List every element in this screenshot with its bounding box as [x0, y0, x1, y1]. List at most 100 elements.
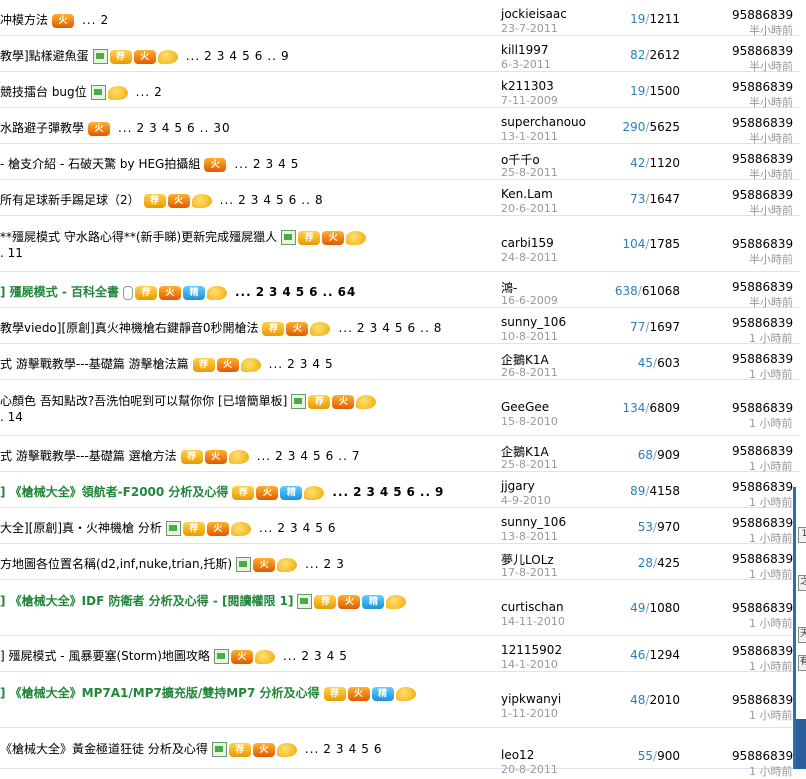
- page-link[interactable]: 4: [327, 649, 336, 663]
- page-link[interactable]: 4: [312, 357, 321, 371]
- page-link[interactable]: 3: [217, 49, 226, 63]
- last-poster[interactable]: 95886839: [732, 401, 793, 415]
- thread-title-link[interactable]: 方地圖各位置名稱(d2,inf,nuke,trian,托斯): [0, 557, 232, 571]
- page-link[interactable]: 3: [314, 649, 323, 663]
- thread-title-link[interactable]: 心顏色 吾知點改?吾洗怕呢到可以幫你你 [已增簡單板]: [0, 394, 287, 408]
- page-link[interactable]: 6: [289, 193, 298, 207]
- thread-title-link[interactable]: 競技擂台 bug位: [0, 85, 87, 99]
- thread-title-link[interactable]: ] 殭屍模式 - 風暴要塞(Storm)地圖攻略: [0, 649, 210, 663]
- side-widget-tab[interactable]: 之: [798, 575, 806, 591]
- last-poster[interactable]: 95886839: [732, 749, 793, 763]
- page-link[interactable]: 7: [352, 449, 361, 463]
- page-link[interactable]: 3: [370, 321, 379, 335]
- thread-title-link[interactable]: - 槍支介紹 - 石破天驚 by HEG拍攝組: [0, 157, 200, 171]
- thread-title-link[interactable]: 水路避子彈教學: [0, 121, 84, 135]
- page-link[interactable]: 8: [315, 193, 324, 207]
- page-link[interactable]: 64: [338, 285, 357, 299]
- page-link[interactable]: 4: [282, 285, 291, 299]
- page-link[interactable]: 6: [407, 321, 416, 335]
- last-poster[interactable]: 95886839: [732, 80, 793, 94]
- last-post-time[interactable]: 1 小時前: [749, 615, 793, 631]
- last-poster[interactable]: 95886839: [732, 316, 793, 330]
- last-poster[interactable]: 95886839: [732, 280, 793, 294]
- page-link[interactable]: 2: [287, 357, 296, 371]
- page-link[interactable]: 6: [407, 485, 416, 499]
- page-link[interactable]: 4: [300, 449, 309, 463]
- page-link[interactable]: 2: [100, 13, 109, 27]
- last-post-time[interactable]: 1 小時前: [749, 415, 793, 431]
- page-link[interactable]: 3: [336, 742, 345, 756]
- page-link[interactable]: 5: [339, 649, 348, 663]
- thread-title-link[interactable]: 所有足球新手踢足球（2）: [0, 193, 140, 207]
- page-link[interactable]: 3: [251, 193, 260, 207]
- page-link[interactable]: 5: [395, 321, 404, 335]
- side-widget-tab[interactable]: 1: [798, 527, 806, 543]
- page-link[interactable]: 2: [301, 649, 310, 663]
- page-link[interactable]: 6: [255, 49, 264, 63]
- page-link[interactable]: 2: [136, 121, 145, 135]
- thread-title-link[interactable]: ] 《槍械大全》領航者-F2000 分析及心得: [0, 485, 228, 499]
- page-link[interactable]: 3: [366, 485, 375, 499]
- page-link[interactable]: 30: [213, 121, 230, 135]
- page-link[interactable]: 2: [238, 193, 247, 207]
- page-link[interactable]: 4: [229, 49, 238, 63]
- page-link[interactable]: 3: [288, 449, 297, 463]
- thread-title-link[interactable]: 式 游擊戰教學---基礎篇 游擊槍法篇: [0, 357, 189, 371]
- page-link[interactable]: 2: [324, 557, 333, 571]
- page-link[interactable]: 2: [277, 521, 286, 535]
- page-link[interactable]: 3: [269, 285, 278, 299]
- side-chat-widget[interactable]: 1 之天有: [793, 487, 806, 769]
- page-links-overflow[interactable]: . 14: [0, 410, 23, 424]
- page-links-overflow[interactable]: . 11: [0, 246, 23, 260]
- page-link[interactable]: 6: [187, 121, 196, 135]
- page-link[interactable]: 9: [281, 49, 290, 63]
- last-post-time[interactable]: 1 小時前: [749, 707, 793, 723]
- page-link[interactable]: 3: [149, 121, 158, 135]
- page-link[interactable]: 2: [353, 485, 362, 499]
- thread-title-link[interactable]: **殭屍模式 守水路心得**(新手睇)更新完成殭屍獵人: [0, 230, 277, 244]
- page-link[interactable]: 4: [303, 521, 312, 535]
- page-link[interactable]: 6: [309, 285, 318, 299]
- page-link[interactable]: 2: [275, 449, 284, 463]
- thread-title-link[interactable]: ] 《槍械大全》IDF 防衛者 分析及心得 - [閱讀權限 1]: [0, 594, 293, 608]
- thread-title-link[interactable]: 大全][原創]真・火神機槍 分析: [0, 521, 162, 535]
- page-link[interactable]: 5: [313, 449, 322, 463]
- page-link[interactable]: 3: [290, 521, 299, 535]
- page-link[interactable]: 5: [276, 193, 285, 207]
- page-link[interactable]: 4: [380, 485, 389, 499]
- page-link[interactable]: 2: [154, 85, 163, 99]
- last-poster[interactable]: 95886839: [732, 516, 793, 530]
- last-poster[interactable]: 95886839: [732, 644, 793, 658]
- page-link[interactable]: 4: [263, 193, 272, 207]
- last-poster[interactable]: 95886839: [732, 237, 793, 251]
- page-link[interactable]: 4: [382, 321, 391, 335]
- side-widget-tab[interactable]: 天: [798, 627, 806, 643]
- page-link[interactable]: 9: [435, 485, 444, 499]
- page-link[interactable]: 3: [300, 357, 309, 371]
- last-poster[interactable]: 95886839: [732, 693, 793, 707]
- page-link[interactable]: 4: [349, 742, 358, 756]
- page-link[interactable]: 8: [434, 321, 443, 335]
- last-poster[interactable]: 95886839: [732, 152, 793, 166]
- last-poster[interactable]: 95886839: [732, 352, 793, 366]
- thread-title-link[interactable]: ] 殭屍模式 - 百科全書: [0, 285, 119, 299]
- page-link[interactable]: 6: [326, 449, 335, 463]
- page-link[interactable]: 2: [323, 742, 332, 756]
- thread-title-link[interactable]: 式 游擊戰教學---基礎篇 選槍方法: [0, 449, 177, 463]
- thread-title-link[interactable]: 冲模方法: [0, 13, 48, 27]
- page-link[interactable]: 6: [328, 521, 337, 535]
- thread-title-link[interactable]: ] 《槍械大全》MP7A1/MP7擴充版/雙持MP7 分析及心得: [0, 686, 320, 700]
- last-poster[interactable]: 95886839: [732, 552, 793, 566]
- page-link[interactable]: 5: [361, 742, 370, 756]
- side-widget-tab[interactable]: 有: [798, 655, 806, 671]
- page-link[interactable]: 6: [374, 742, 383, 756]
- page-link[interactable]: 2: [253, 157, 262, 171]
- page-link[interactable]: 3: [336, 557, 345, 571]
- page-link[interactable]: 5: [315, 521, 324, 535]
- page-link[interactable]: 5: [174, 121, 183, 135]
- last-poster[interactable]: 95886839: [732, 188, 793, 202]
- page-link[interactable]: 5: [393, 485, 402, 499]
- last-poster[interactable]: 95886839: [732, 444, 793, 458]
- page-link[interactable]: 5: [296, 285, 305, 299]
- last-poster[interactable]: 95886839: [732, 601, 793, 615]
